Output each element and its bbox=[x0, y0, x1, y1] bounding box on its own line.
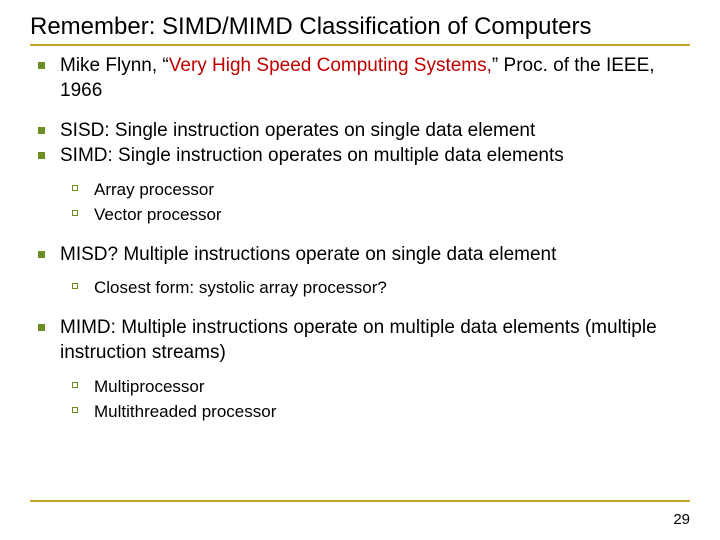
bullet-list: Mike Flynn, “Very High Speed Computing S… bbox=[30, 54, 690, 424]
bullet-simd: SIMD: Single instruction operates on mul… bbox=[30, 144, 690, 227]
bullet-text: MISD? Multiple instructions operate on s… bbox=[60, 244, 556, 265]
sublist-misd: Closest form: systolic array processor? bbox=[60, 277, 690, 300]
page-number: 29 bbox=[673, 511, 690, 528]
bullet-text: MIMD: Multiple instructions operate on m… bbox=[60, 317, 657, 363]
sub-multiproc: Multiprocessor bbox=[60, 376, 690, 399]
sub-multithread: Multithreaded processor bbox=[60, 401, 690, 424]
bullet-mimd: MIMD: Multiple instructions operate on m… bbox=[30, 316, 690, 423]
sub-text: Closest form: systolic array processor? bbox=[94, 278, 387, 297]
text-red: Very High Speed Computing Systems, bbox=[169, 55, 492, 76]
sub-text: Array processor bbox=[94, 180, 214, 199]
sub-vector-proc: Vector processor bbox=[60, 204, 690, 227]
sub-text: Multithreaded processor bbox=[94, 402, 276, 421]
sub-array-proc: Array processor bbox=[60, 179, 690, 202]
text-pre: Mike Flynn, “ bbox=[60, 55, 169, 76]
bullet-flynn: Mike Flynn, “Very High Speed Computing S… bbox=[30, 54, 690, 103]
footer-rule bbox=[30, 500, 690, 502]
slide-title: Remember: SIMD/MIMD Classification of Co… bbox=[30, 12, 690, 46]
bullet-misd: MISD? Multiple instructions operate on s… bbox=[30, 243, 690, 301]
sublist-simd: Array processor Vector processor bbox=[60, 179, 690, 227]
sub-text: Multiprocessor bbox=[94, 377, 205, 396]
bullet-text: SISD: Single instruction operates on sin… bbox=[60, 120, 535, 141]
bullet-text: SIMD: Single instruction operates on mul… bbox=[60, 145, 564, 166]
sub-text: Vector processor bbox=[94, 205, 222, 224]
sub-systolic: Closest form: systolic array processor? bbox=[60, 277, 690, 300]
bullet-sisd: SISD: Single instruction operates on sin… bbox=[30, 119, 690, 144]
sublist-mimd: Multiprocessor Multithreaded processor bbox=[60, 376, 690, 424]
slide: Remember: SIMD/MIMD Classification of Co… bbox=[0, 0, 720, 540]
